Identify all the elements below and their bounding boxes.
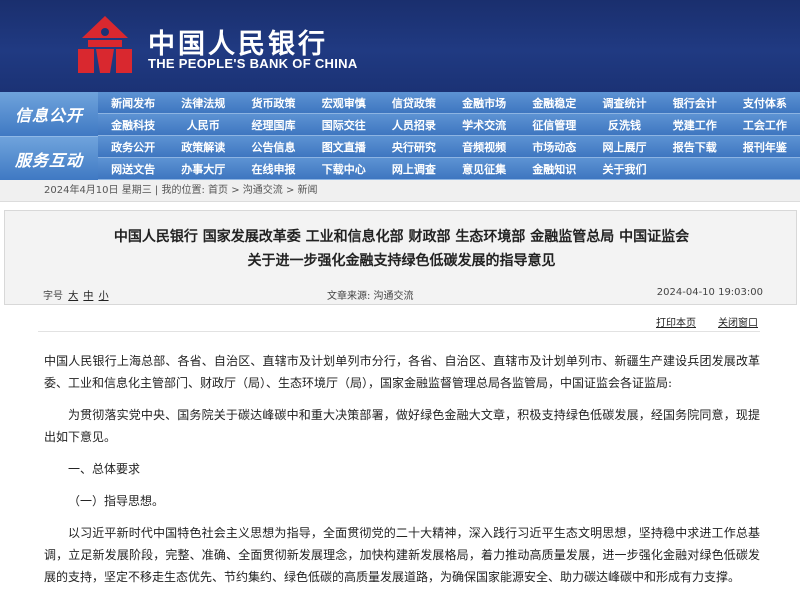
nav-item[interactable]: 公告信息 <box>238 139 308 155</box>
nav-row: 新闻发布 法律法规 货币政策 宏观审慎 信贷政策 金融市场 金融稳定 调查统计 银行会计 支付体系 <box>98 92 800 114</box>
nav-item[interactable]: 学术交流 <box>449 117 519 133</box>
font-size-medium-link[interactable]: 中 <box>83 291 93 302</box>
current-date: 2024年4月10日 星期三 <box>44 185 152 196</box>
article-header-panel: 中国人民银行 国家发展改革委 工业和信息化部 财政部 生态环境部 金融监管总局 … <box>4 210 797 305</box>
article-paragraph: 以习近平新时代中国特色社会主义思想为指导，全面贯彻党的二十大精神，深入践行习近平… <box>44 526 760 584</box>
nav-item[interactable]: 网送文告 <box>98 161 168 177</box>
breadcrumb-arrow: > <box>285 185 298 196</box>
nav-item[interactable]: 信贷政策 <box>379 95 449 111</box>
breadcrumb-arrow: > <box>231 185 243 196</box>
article: 中国人民银行 国家发展改革委 工业和信息化部 财政部 生态环境部 金融监管总局 … <box>0 210 800 597</box>
nav-item[interactable]: 政务公开 <box>98 139 168 155</box>
nav-item[interactable]: 宏观审慎 <box>309 95 379 111</box>
nav-item[interactable]: 法律法规 <box>168 95 238 111</box>
pboc-logo-icon[interactable] <box>74 14 136 76</box>
nav-item[interactable]: 音频视频 <box>449 139 519 155</box>
main-navigation: 信息公开 服务互动 新闻发布 法律法规 货币政策 宏观审慎 信贷政策 金融市场 金融稳定 调查… <box>0 92 800 180</box>
nav-item[interactable]: 人员招录 <box>379 117 449 133</box>
nav-item[interactable]: 人民币 <box>168 117 238 133</box>
article-paragraph: 中国人民银行上海总部、各省、自治区、直辖市及计划单列市分行，各省、自治区、直辖市… <box>44 354 760 390</box>
font-size-switcher: 字号 大 中 小 <box>43 287 109 302</box>
article-meta: 字号 大 中 小 文章来源: 沟通交流 2024-04-10 19:03:00 <box>43 287 763 302</box>
font-size-large-link[interactable]: 大 <box>68 291 78 302</box>
nav-item[interactable]: 意见征集 <box>449 161 519 177</box>
nav-item[interactable]: 金融科技 <box>98 117 168 133</box>
font-size-label: 字号 <box>43 291 63 302</box>
nav-item[interactable]: 货币政策 <box>238 95 308 111</box>
nav-item[interactable]: 征信管理 <box>519 117 589 133</box>
nav-item[interactable]: 银行会计 <box>660 95 730 111</box>
nav-item[interactable]: 图文直播 <box>309 139 379 155</box>
nav-item[interactable]: 政策解读 <box>168 139 238 155</box>
nav-group-service-interaction[interactable]: 服务互动 <box>0 136 98 180</box>
nav-item[interactable]: 金融知识 <box>519 161 589 177</box>
nav-item[interactable]: 网上展厅 <box>589 139 659 155</box>
nav-item[interactable]: 调查统计 <box>589 95 659 111</box>
nav-item[interactable]: 报刊年鉴 <box>730 139 800 155</box>
nav-item[interactable]: 国际交往 <box>309 117 379 133</box>
article-title: 关于进一步强化金融支持绿色低碳发展的指导意见 <box>247 253 556 269</box>
site-banner: 中国人民银行 THE PEOPLE'S BANK OF CHINA <box>0 0 800 92</box>
article-body: 中国人民银行上海总部、各省、自治区、直辖市及计划单列市分行，各省、自治区、直辖市… <box>44 350 760 598</box>
section-heading: （一）指导思想。 <box>68 494 165 508</box>
close-window-link[interactable]: 关闭窗口 <box>718 314 758 329</box>
divider <box>38 331 760 332</box>
article-date: 2024-04-10 19:03:00 <box>656 287 763 298</box>
breadcrumb-location-label: 我的位置: <box>161 185 205 196</box>
nav-item[interactable]: 新闻发布 <box>98 95 168 111</box>
nav-item[interactable]: 下载中心 <box>309 161 379 177</box>
nav-row: 网送文告 办事大厅 在线申报 下载中心 网上调查 意见征集 金融知识 关于我们 <box>98 158 800 180</box>
nav-row: 政务公开 政策解读 公告信息 图文直播 央行研究 音频视频 市场动态 网上展厅 报告下载 报刊年鉴 <box>98 136 800 158</box>
article-paragraph: 为贯彻落实党中央、国务院关于碳达峰碳中和重大决策部署，做好绿色金融大文章，积极支… <box>44 408 760 444</box>
nav-row: 金融科技 人民币 经理国库 国际交往 人员招录 学术交流 征信管理 反洗钱 党建工作 工会工作 <box>98 114 800 136</box>
font-size-small-link[interactable]: 小 <box>99 291 109 302</box>
article-source: 文章来源: 沟通交流 <box>327 291 414 302</box>
nav-item[interactable]: 党建工作 <box>660 117 730 133</box>
nav-item[interactable]: 反洗钱 <box>589 117 659 133</box>
article-tools: 打印本页 关闭窗口 <box>0 314 760 329</box>
breadcrumb-home-link[interactable]: 首页 <box>208 185 228 196</box>
breadcrumb-news-link[interactable]: 新闻 <box>298 185 318 196</box>
nav-item[interactable]: 网上调查 <box>379 161 449 177</box>
print-page-link[interactable]: 打印本页 <box>656 314 696 329</box>
nav-item[interactable]: 关于我们 <box>589 161 659 177</box>
nav-item[interactable]: 金融稳定 <box>519 95 589 111</box>
breadcrumb-communication-link[interactable]: 沟通交流 <box>243 185 283 196</box>
site-name-en: THE PEOPLE'S BANK OF CHINA <box>148 56 358 71</box>
nav-item[interactable]: 办事大厅 <box>168 161 238 177</box>
nav-item[interactable]: 工会工作 <box>730 117 800 133</box>
nav-group-info-disclosure[interactable]: 信息公开 <box>0 92 98 136</box>
article-title-issuers: 中国人民银行 国家发展改革委 工业和信息化部 财政部 生态环境部 金融监管总局 … <box>113 229 690 245</box>
nav-item[interactable]: 市场动态 <box>519 139 589 155</box>
nav-item[interactable]: 在线申报 <box>238 161 308 177</box>
nav-item[interactable]: 经理国库 <box>238 117 308 133</box>
nav-item[interactable]: 央行研究 <box>379 139 449 155</box>
breadcrumb: 2024年4月10日 星期三 | 我的位置: 首页 > 沟通交流 > 新闻 <box>0 180 800 202</box>
section-heading: 一、总体要求 <box>68 462 141 476</box>
nav-item[interactable]: 支付体系 <box>730 95 800 111</box>
nav-item[interactable]: 金融市场 <box>449 95 519 111</box>
nav-item[interactable]: 报告下载 <box>660 139 730 155</box>
